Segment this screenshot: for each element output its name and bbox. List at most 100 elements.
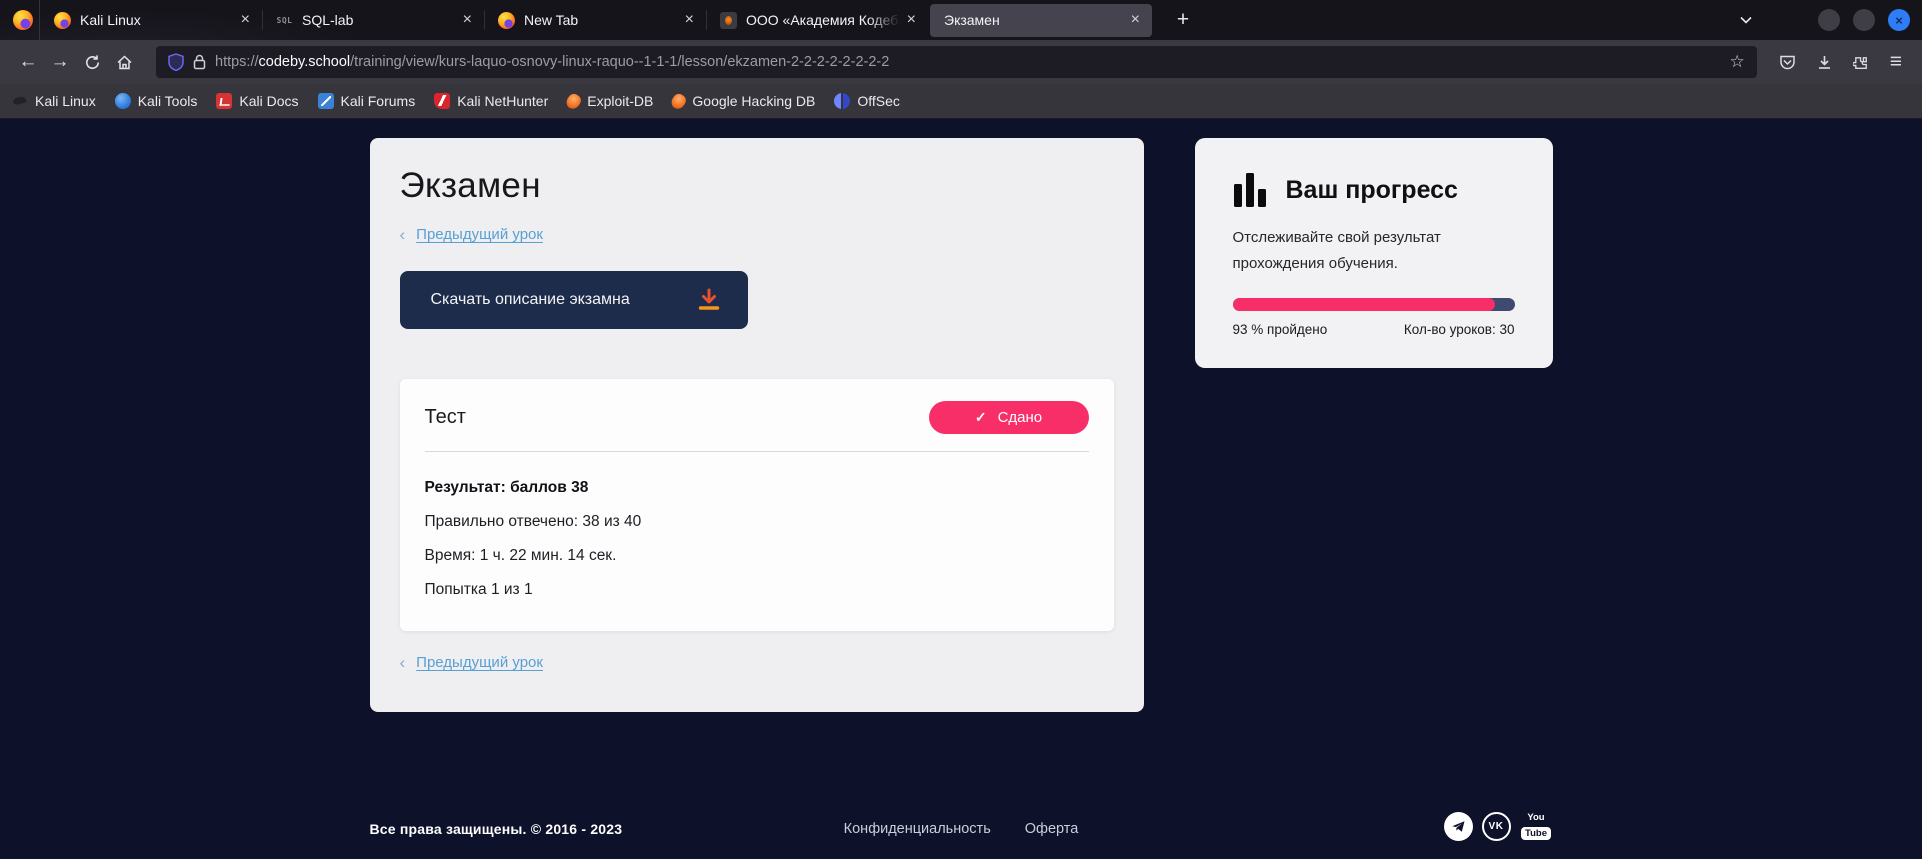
bookmark-kali-linux[interactable]: Kali Linux	[12, 93, 96, 109]
download-icon	[696, 287, 722, 313]
bookmark-label: Kali Linux	[35, 93, 96, 109]
downloads-icon[interactable]	[1816, 54, 1833, 71]
test-title: Тест	[425, 406, 466, 429]
tab-sql-lab[interactable]: SQL SQL-lab ×	[262, 0, 484, 40]
bookmark-kali-docs[interactable]: Kali Docs	[216, 93, 298, 109]
maximize-button[interactable]	[1853, 9, 1875, 31]
url-path: /training/view/kurs-laquo-osnovy-linux-r…	[350, 54, 889, 70]
firefox-app-icon[interactable]	[6, 0, 40, 40]
tab-close-icon[interactable]: ×	[681, 12, 698, 28]
status-badge-label: Сдано	[998, 409, 1043, 426]
tab-akademiya-codeby[interactable]: ООО «Академия Кодеба ×	[706, 0, 928, 40]
tab-ekzamen-active[interactable]: Экзамен ×	[930, 4, 1152, 37]
url-text[interactable]: https://codeby.school/training/view/kurs…	[215, 54, 1720, 70]
forward-button[interactable]: →	[44, 47, 76, 77]
tab-title: Экзамен	[944, 12, 1127, 28]
bar-chart-icon	[1233, 171, 1270, 209]
privacy-link[interactable]: Конфиденциальность	[844, 821, 991, 837]
codeby-favicon-icon	[720, 12, 737, 29]
tab-kali-linux[interactable]: Kali Linux ×	[40, 0, 262, 40]
firefox-favicon-icon	[498, 12, 515, 29]
bookmark-exploit-db[interactable]: Exploit-DB	[567, 93, 653, 109]
url-bar[interactable]: https://codeby.school/training/view/kurs…	[156, 46, 1757, 78]
back-button[interactable]: ←	[12, 47, 44, 77]
offer-link[interactable]: Оферта	[1025, 821, 1079, 837]
youtube-tube-label: Tube	[1521, 827, 1551, 841]
progress-card: Ваш прогресс Отслеживайте свой результат…	[1195, 138, 1553, 368]
extensions-puzzle-icon[interactable]	[1853, 54, 1870, 71]
kali-docs-icon	[216, 93, 232, 109]
bookmark-label: OffSec	[857, 93, 900, 109]
result-score-row: Результат: баллов 38	[425, 479, 1089, 497]
close-window-button[interactable]: ×	[1888, 9, 1910, 31]
bookmark-label: Kali Forums	[341, 93, 416, 109]
progress-title: Ваш прогресс	[1286, 176, 1458, 205]
kali-forums-icon	[318, 93, 334, 109]
list-tabs-chevron-icon[interactable]	[1739, 13, 1753, 27]
page-viewport: Экзамен ‹ Предыдущий урок Скачать описан…	[0, 119, 1922, 859]
youtube-icon[interactable]: You Tube	[1520, 813, 1553, 840]
bookmark-kali-forums[interactable]: Kali Forums	[318, 93, 416, 109]
browser-window: Kali Linux × SQL SQL-lab × New Tab × ООО…	[0, 0, 1922, 859]
exam-card: Экзамен ‹ Предыдущий урок Скачать описан…	[370, 138, 1144, 712]
result-correct-row: Правильно отвечено: 38 из 40	[425, 513, 1089, 531]
vk-label: VK	[1489, 821, 1504, 832]
bookmark-offsec[interactable]: OffSec	[834, 93, 900, 109]
menu-hamburger-icon[interactable]: ≡	[1890, 50, 1902, 74]
bookmark-star-icon[interactable]: ☆	[1729, 52, 1744, 72]
vk-icon[interactable]: VK	[1482, 812, 1511, 841]
progress-bar-fill	[1233, 298, 1495, 311]
tab-title: ООО «Академия Кодеба	[746, 12, 903, 28]
firefox-favicon-icon	[54, 12, 71, 29]
tracking-shield-icon[interactable]	[168, 53, 184, 71]
exploit-db-bug-icon	[564, 91, 583, 111]
tab-bar: Kali Linux × SQL SQL-lab × New Tab × ООО…	[0, 0, 1922, 40]
pocket-icon[interactable]	[1779, 54, 1796, 71]
telegram-icon[interactable]	[1444, 812, 1473, 841]
progress-percent-label: 93 % пройдено	[1233, 322, 1328, 337]
download-button-label: Скачать описание экзамна	[431, 291, 630, 309]
previous-lesson-link-top[interactable]: ‹ Предыдущий урок	[400, 226, 543, 243]
bookmark-label: Kali Tools	[138, 93, 198, 109]
tab-close-icon[interactable]: ×	[1127, 12, 1144, 28]
progress-description: Отслеживайте свой результат прохождения …	[1233, 225, 1483, 276]
previous-lesson-label[interactable]: Предыдущий урок	[416, 654, 543, 671]
bookmark-kali-nethunter[interactable]: Kali NetHunter	[434, 93, 548, 109]
tab-new-tab[interactable]: New Tab ×	[484, 0, 706, 40]
bookmark-label: Google Hacking DB	[692, 93, 815, 109]
bookmark-google-hacking-db[interactable]: Google Hacking DB	[672, 93, 815, 109]
page-footer: Все права защищены. © 2016 - 2023 Конфид…	[370, 812, 1553, 846]
lock-icon[interactable]	[193, 54, 206, 70]
home-button[interactable]	[108, 47, 140, 77]
test-result-card: Тест ✓ Сдано Результат: баллов 38 Правил…	[400, 379, 1114, 631]
tab-close-icon[interactable]: ×	[237, 12, 254, 28]
reload-button[interactable]	[76, 47, 108, 77]
previous-lesson-label[interactable]: Предыдущий урок	[416, 226, 543, 243]
close-icon: ×	[1895, 13, 1903, 28]
tab-close-icon[interactable]: ×	[459, 12, 476, 28]
tab-title: Kali Linux	[80, 12, 237, 28]
status-badge: ✓ Сдано	[929, 401, 1089, 434]
previous-lesson-link-bottom[interactable]: ‹ Предыдущий урок	[400, 654, 543, 671]
page-title: Экзамен	[400, 166, 1114, 206]
toolbar-right-icons: ≡	[1771, 50, 1910, 74]
tab-close-icon[interactable]: ×	[903, 12, 920, 28]
bookmark-label: Kali Docs	[239, 93, 298, 109]
new-tab-button[interactable]: +	[1168, 5, 1198, 35]
progress-bar	[1233, 298, 1515, 311]
youtube-you-label: You	[1520, 813, 1553, 823]
firefox-icon	[13, 10, 33, 30]
bookmark-label: Kali NetHunter	[457, 93, 548, 109]
navigation-toolbar: ← → https://codeby.school/training/view/…	[0, 40, 1922, 84]
result-attempt-row: Попытка 1 из 1	[425, 581, 1089, 599]
sql-favicon-icon: SQL	[276, 12, 293, 29]
url-domain: codeby.school	[259, 54, 351, 70]
kali-nethunter-icon	[434, 93, 450, 109]
bookmark-kali-tools[interactable]: Kali Tools	[115, 93, 198, 109]
check-icon: ✓	[975, 409, 987, 426]
download-exam-description-button[interactable]: Скачать описание экзамна	[400, 271, 748, 329]
copyright-text: Все права защищены. © 2016 - 2023	[370, 821, 623, 837]
minimize-button[interactable]	[1818, 9, 1840, 31]
url-scheme: https://	[215, 54, 259, 70]
chevron-left-icon: ‹	[400, 654, 406, 671]
